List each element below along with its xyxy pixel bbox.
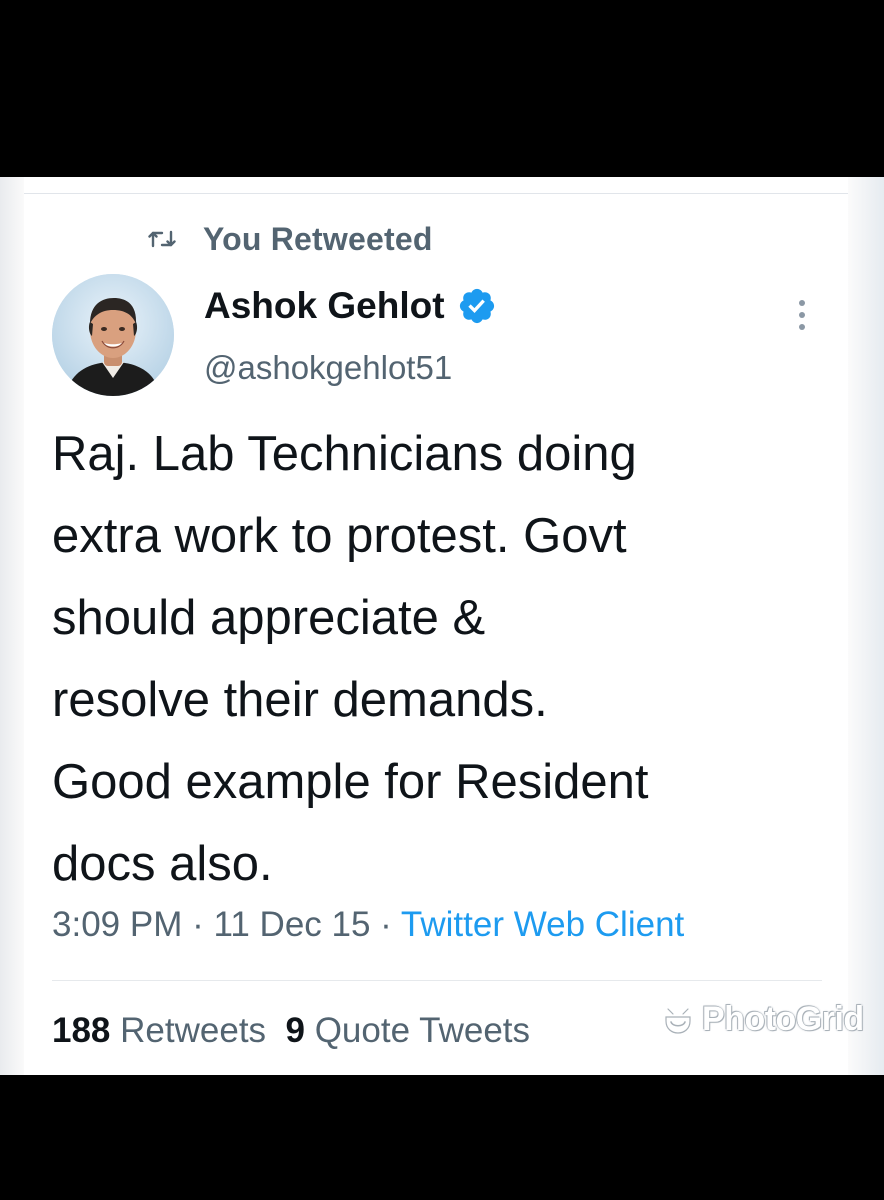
author-name[interactable]: Ashok Gehlot [204, 285, 445, 327]
watermark-text: PhotoGrid [702, 1000, 864, 1038]
tweet-stats: 188 Retweets 9 Quote Tweets [52, 1011, 530, 1051]
author-handle[interactable]: @ashokgehlot51 [204, 349, 452, 387]
tweet-text: Raj. Lab Technicians doing extra work to… [52, 427, 649, 891]
avatar[interactable] [52, 274, 174, 396]
tweet-card: You Retweeted Ashok Gehlot @ashokgehlot5… [0, 177, 884, 1075]
stats-divider [52, 980, 822, 981]
card-edge-right [848, 177, 884, 1075]
retweets-count: 188 [52, 1011, 111, 1050]
tweet-date[interactable]: 11 Dec 15 [213, 905, 370, 944]
tweet-meta: 3:09 PM · 11 Dec 15 · Twitter Web Client [52, 905, 684, 945]
retweets-stat[interactable]: 188 Retweets [52, 1011, 266, 1050]
retweets-label: Retweets [120, 1011, 267, 1050]
verified-badge-icon [459, 288, 494, 324]
retweet-icon [148, 230, 176, 248]
photogrid-watermark: PhotoGrid [662, 1000, 864, 1039]
quote-tweets-stat[interactable]: 9 Quote Tweets [286, 1011, 531, 1050]
top-divider [24, 193, 848, 194]
meta-separator: · [192, 905, 214, 944]
meta-separator: · [380, 905, 401, 944]
retweet-label: You Retweeted [203, 220, 433, 257]
more-options-icon[interactable] [792, 295, 812, 335]
photogrid-icon [665, 1007, 691, 1034]
retweet-context[interactable]: You Retweeted [148, 221, 433, 257]
profile-photo [52, 274, 174, 396]
quotes-label: Quote Tweets [314, 1011, 531, 1050]
author-name-row[interactable]: Ashok Gehlot [204, 285, 497, 327]
tweet-time[interactable]: 3:09 PM [52, 905, 182, 944]
card-edge-left [0, 177, 24, 1075]
quotes-count: 9 [285, 1011, 305, 1050]
tweet-source-link[interactable]: Twitter Web Client [401, 905, 684, 944]
